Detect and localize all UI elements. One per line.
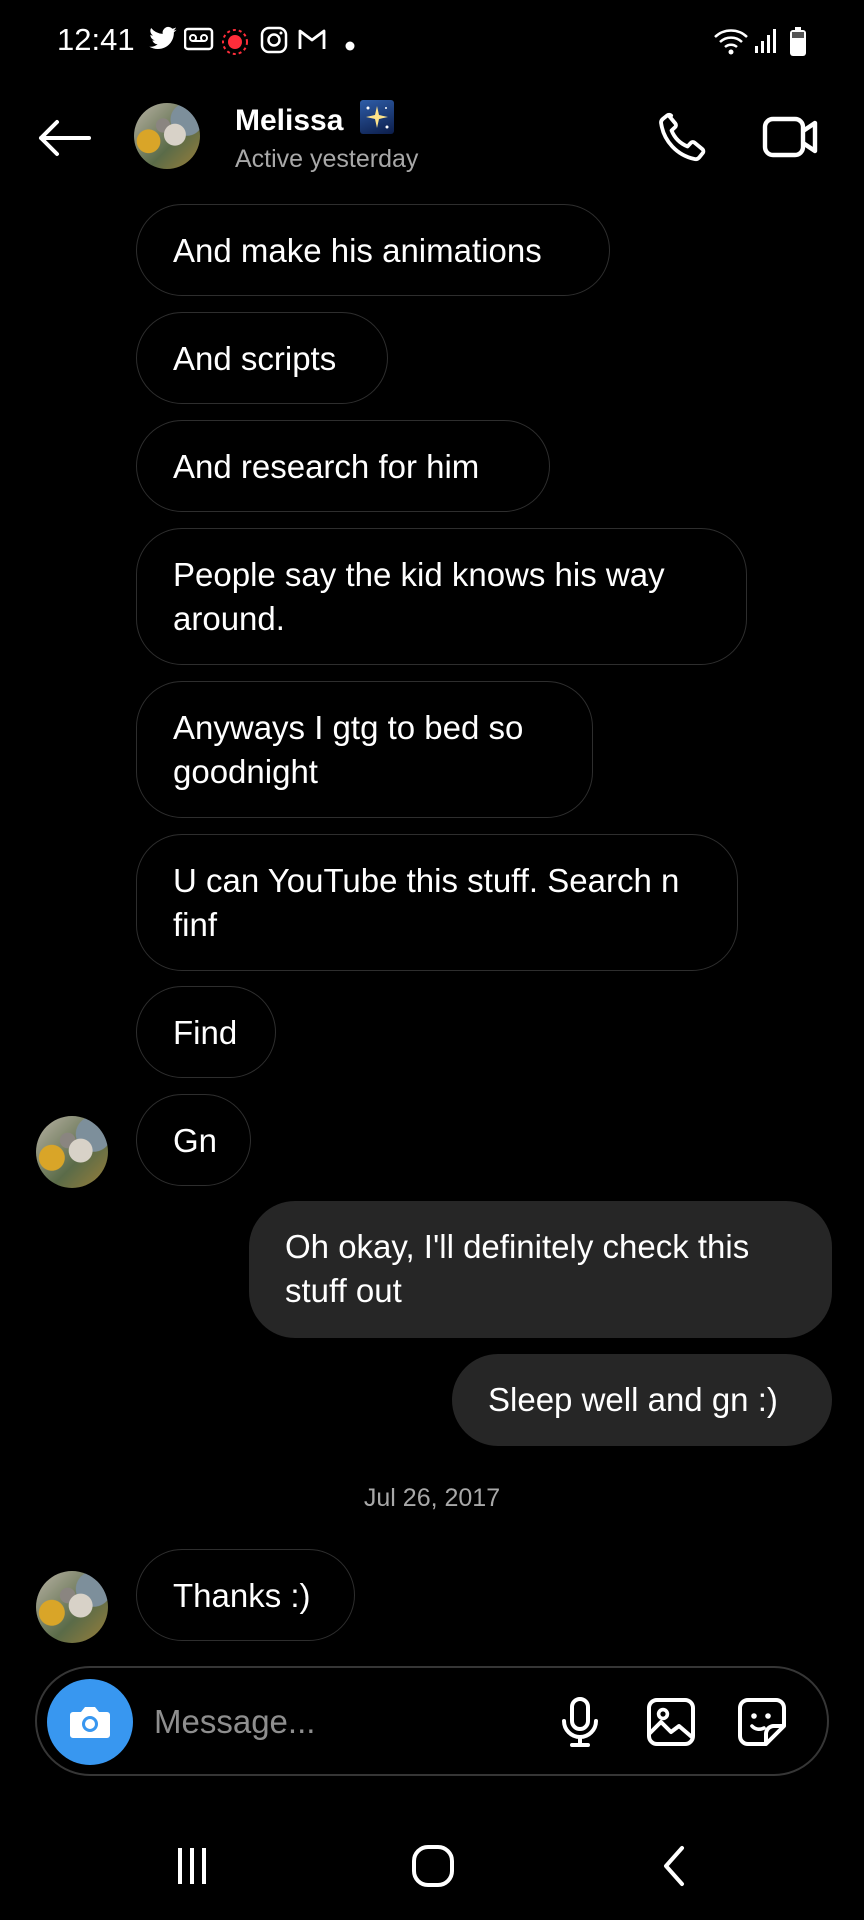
home-button[interactable]: [388, 1830, 478, 1902]
video-camera-icon: [762, 116, 818, 158]
video-call-button[interactable]: [758, 104, 824, 170]
voice-message-button[interactable]: [552, 1692, 608, 1752]
notification-dot-icon: [221, 28, 249, 61]
message-text: Oh okay, I'll definitely check this stuf…: [285, 1228, 750, 1309]
message-bubble-incoming[interactable]: U can YouTube this stuff. Search n finf: [136, 834, 738, 971]
camera-icon: [70, 1707, 110, 1738]
recent-apps-icon: [178, 1848, 206, 1884]
home-icon: [412, 1845, 454, 1887]
recent-apps-button[interactable]: [147, 1830, 237, 1902]
message-bubble-incoming[interactable]: Gn: [136, 1094, 251, 1186]
sparkle-emoji-icon: [359, 100, 394, 134]
message-text: Thanks :): [173, 1577, 311, 1614]
sticker-icon: [738, 1698, 786, 1746]
back-button[interactable]: [30, 110, 96, 166]
message-bubble-incoming[interactable]: Find: [136, 986, 276, 1078]
arrow-left-icon: [39, 120, 91, 156]
message-text: Find: [173, 1014, 238, 1051]
audio-call-button[interactable]: [648, 104, 714, 170]
sender-avatar[interactable]: [36, 1571, 108, 1643]
contact-name: Melissa: [235, 104, 344, 137]
message-input[interactable]: [152, 1696, 536, 1748]
sticker-button[interactable]: [730, 1692, 794, 1752]
date-separator: Jul 26, 2017: [363, 1484, 501, 1512]
message-text: Anyways I gtg to bed so goodnight: [173, 709, 524, 790]
gmail-icon: [297, 26, 327, 57]
message-text: And research for him: [173, 448, 480, 485]
message-bubble-incoming[interactable]: Thanks :): [136, 1549, 355, 1641]
message-bubble-incoming[interactable]: And research for him: [136, 420, 550, 512]
wifi-icon: [713, 28, 749, 61]
message-text: And make his animations: [173, 232, 542, 269]
microphone-icon: [562, 1697, 598, 1747]
message-bubble-outgoing[interactable]: Sleep well and gn :): [452, 1354, 832, 1446]
signal-icon: [754, 28, 778, 59]
voicemail-icon: [183, 26, 214, 57]
back-nav-button[interactable]: [630, 1830, 720, 1902]
message-text: Sleep well and gn :): [488, 1381, 778, 1418]
twitter-icon: [148, 26, 178, 57]
instagram-icon: [260, 26, 288, 59]
activity-status: Active yesterday: [235, 145, 419, 173]
image-icon: [647, 1698, 695, 1746]
message-text: Gn: [173, 1122, 218, 1159]
message-bubble-incoming[interactable]: People say the kid knows his way around.: [136, 528, 747, 665]
message-text: And scripts: [173, 340, 337, 377]
message-text: U can YouTube this stuff. Search n finf: [173, 862, 680, 943]
message-bubble-incoming[interactable]: And scripts: [136, 312, 388, 404]
message-bubble-incoming[interactable]: Anyways I gtg to bed so goodnight: [136, 681, 593, 818]
gallery-button[interactable]: [640, 1692, 702, 1752]
contact-avatar[interactable]: [134, 103, 200, 169]
chevron-left-icon: [664, 1846, 684, 1886]
message-bubble-outgoing[interactable]: Oh okay, I'll definitely check this stuf…: [249, 1201, 832, 1338]
battery-icon: [789, 27, 807, 62]
sender-avatar[interactable]: [36, 1116, 108, 1188]
dot-icon: [345, 38, 355, 56]
phone-icon: [659, 112, 706, 162]
message-bubble-incoming[interactable]: And make his animations: [136, 204, 610, 296]
message-text: People say the kid knows his way around.: [173, 556, 665, 637]
contact-name-row[interactable]: Melissa: [235, 100, 394, 138]
camera-button[interactable]: [47, 1679, 133, 1765]
status-time: 12:41: [57, 22, 135, 57]
